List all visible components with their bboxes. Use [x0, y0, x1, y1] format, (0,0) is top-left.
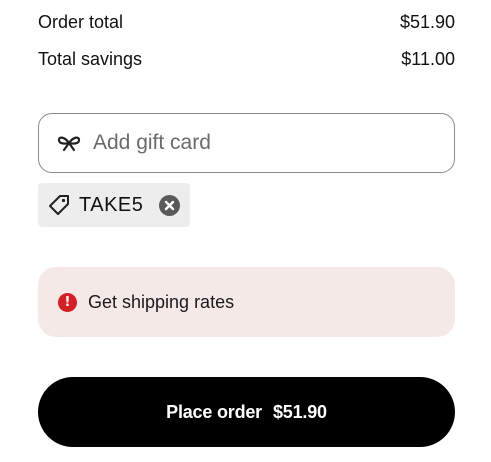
- total-savings-label: Total savings: [38, 48, 143, 69]
- error-icon: !: [58, 292, 77, 312]
- order-total-label: Order total: [38, 11, 124, 32]
- place-order-amount: $51.90: [273, 401, 327, 422]
- tag-icon: [48, 194, 70, 216]
- shipping-rates-alert: ! Get shipping rates: [38, 267, 455, 337]
- place-order-button[interactable]: Place order $51.90: [38, 377, 455, 447]
- discount-code-chip: TAKE5: [38, 183, 191, 227]
- discount-code-text: TAKE5: [79, 193, 144, 216]
- place-order-label: Place order: [166, 401, 262, 422]
- order-total-value: $51.90: [399, 11, 455, 32]
- total-savings-row: Total savings $11.00: [38, 47, 455, 71]
- gift-card-input[interactable]: [93, 131, 413, 155]
- alert-message: Get shipping rates: [88, 291, 235, 312]
- remove-discount-button[interactable]: [159, 194, 181, 216]
- total-savings-value: $11.00: [401, 48, 455, 69]
- gift-card-field[interactable]: [38, 113, 455, 173]
- remove-x-icon: [165, 200, 175, 210]
- gift-bow-icon: [57, 131, 81, 155]
- order-total-row: Order total $51.90: [38, 10, 455, 34]
